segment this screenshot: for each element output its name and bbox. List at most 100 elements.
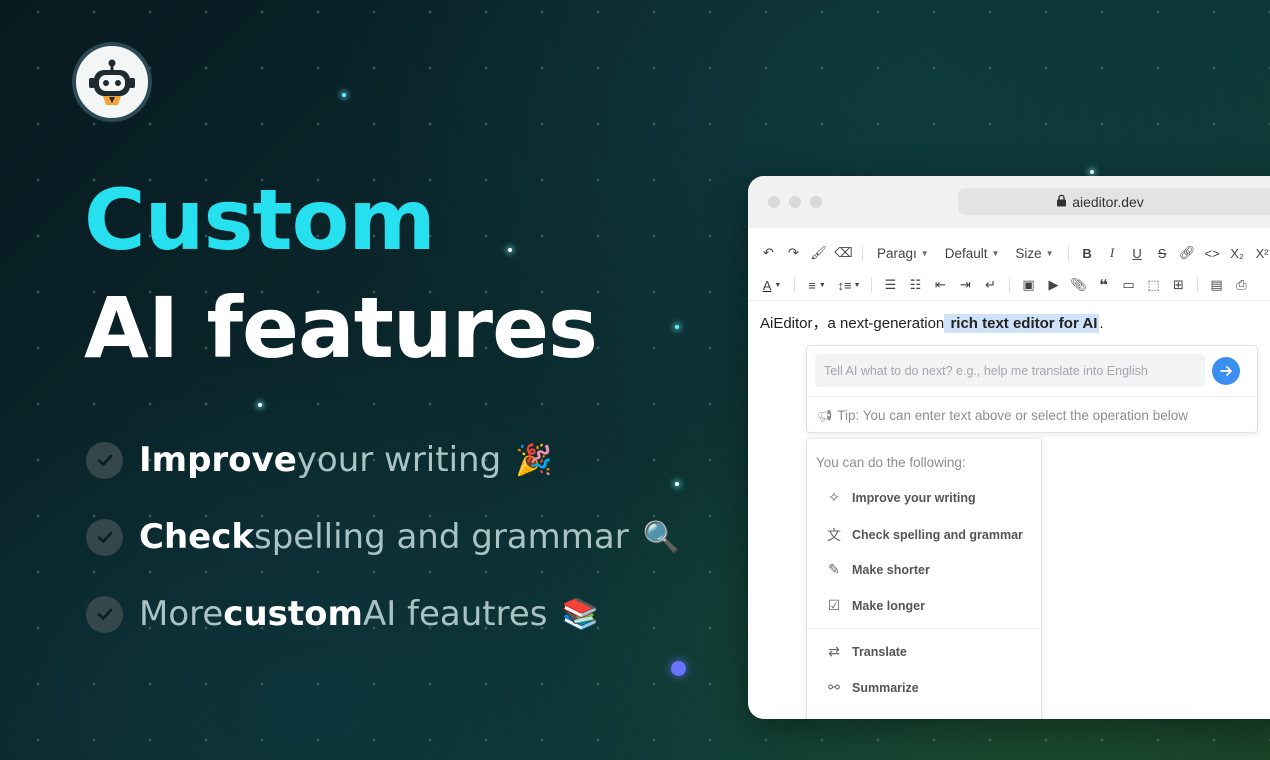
feature-bold-text: Improve bbox=[139, 440, 297, 480]
video-icon[interactable]: ▶ bbox=[1041, 274, 1066, 296]
layout-icon[interactable]: ▤ bbox=[1204, 274, 1229, 296]
table-icon[interactable]: ⊞ bbox=[1166, 274, 1191, 296]
editor-text-end: . bbox=[1099, 315, 1104, 332]
feature-text: More bbox=[139, 594, 224, 634]
books-icon: 📚 bbox=[561, 596, 599, 632]
robot-logo bbox=[72, 42, 152, 122]
subscript-icon[interactable]: X₂ bbox=[1225, 242, 1250, 264]
font-size-select[interactable]: Size ▼ bbox=[1015, 246, 1053, 261]
font-color-icon[interactable]: A ▼ bbox=[756, 274, 788, 296]
caret-down-icon: ▼ bbox=[991, 248, 1000, 258]
edit-doc-icon: ✎ bbox=[828, 561, 840, 577]
code-icon[interactable]: <> bbox=[1200, 242, 1225, 264]
font-family-label: Default bbox=[944, 245, 988, 261]
container-icon[interactable]: ⬚ bbox=[1141, 274, 1166, 296]
selected-text: rich text editor for AI bbox=[944, 314, 1100, 333]
menu-item-label: Make longer bbox=[852, 598, 925, 613]
send-button[interactable] bbox=[1212, 357, 1240, 385]
menu-item-label: Translate bbox=[852, 644, 907, 659]
eraser-icon[interactable]: ⌫ bbox=[831, 242, 856, 264]
menu-item-summarize[interactable]: ⚯ Summarize bbox=[825, 679, 919, 696]
feature-item: Check spelling and grammar 🔍 bbox=[86, 517, 680, 557]
check-circle-icon bbox=[86, 441, 123, 479]
feature-bold-text: Check bbox=[139, 517, 254, 557]
toolbar-divider bbox=[794, 277, 795, 293]
undo-icon[interactable]: ↶ bbox=[756, 242, 781, 264]
outdent-icon[interactable]: ⇤ bbox=[928, 274, 953, 296]
feature-text: your writing bbox=[296, 440, 502, 480]
menu-heading: You can do the following: bbox=[816, 455, 966, 470]
paragraph-select[interactable]: Paragı ▼ bbox=[877, 246, 929, 261]
menu-divider bbox=[807, 628, 1041, 629]
indent-icon[interactable]: ⇥ bbox=[953, 274, 978, 296]
line-height-icon[interactable]: ↕≡ ▼ bbox=[833, 274, 865, 296]
redo-icon[interactable]: ↷ bbox=[781, 242, 806, 264]
quote-icon[interactable]: ❝ bbox=[1091, 274, 1116, 296]
editor-text: AiEditor，a next-generation bbox=[760, 315, 945, 332]
feature-item: Improve your writing 🎉 bbox=[86, 440, 553, 480]
window-maximize-button[interactable] bbox=[810, 196, 822, 208]
menu-item-check-spelling[interactable]: 文 Check spelling and grammar bbox=[825, 525, 1023, 545]
ai-tip-text: Tip: You can enter text above or select … bbox=[837, 408, 1188, 423]
underline-icon[interactable]: U bbox=[1125, 242, 1150, 264]
paragraph-select-label: Paragı bbox=[877, 245, 917, 261]
edit-list-icon: ☑ bbox=[827, 597, 841, 613]
headline-ai-features: AI features bbox=[84, 279, 598, 377]
superscript-icon[interactable]: X² bbox=[1250, 242, 1270, 264]
toolbar-divider bbox=[1197, 277, 1198, 293]
purple-dot-decoration bbox=[671, 661, 686, 676]
window-close-button[interactable] bbox=[768, 196, 780, 208]
star-decoration bbox=[675, 482, 679, 486]
menu-item-translate[interactable]: ⇄ Translate bbox=[825, 643, 907, 660]
editor-content[interactable]: AiEditor，a next-generation rich text edi… bbox=[760, 312, 1104, 333]
party-popper-icon: 🎉 bbox=[515, 442, 553, 478]
break-icon[interactable]: ↵ bbox=[978, 274, 1003, 296]
check-circle-icon bbox=[86, 595, 123, 633]
robot-icon bbox=[89, 59, 135, 105]
menu-item-label: Check spelling and grammar bbox=[852, 528, 1023, 542]
editor-toolbar-row-1: ↶ ↷ 🖌︎ ⌫ Paragı ▼ Default ▼ Size ▼ B I U S … bbox=[748, 238, 1270, 268]
menu-item-label: Improve your writing bbox=[852, 490, 976, 505]
feature-text: AI feautres bbox=[362, 594, 548, 634]
nodes-icon: ⚯ bbox=[828, 679, 840, 695]
font-size-label: Size bbox=[1015, 245, 1042, 261]
bold-icon[interactable]: B bbox=[1075, 242, 1100, 264]
align-icon[interactable]: ≡ ▼ bbox=[801, 274, 833, 296]
window-minimize-button[interactable] bbox=[789, 196, 801, 208]
italic-icon[interactable]: I bbox=[1100, 242, 1125, 264]
bullet-list-icon[interactable]: ☰ bbox=[878, 274, 903, 296]
image-icon[interactable]: ▣ bbox=[1016, 274, 1041, 296]
toolbar-divider bbox=[871, 277, 872, 293]
ai-tip: 📢︎ Tip: You can enter text above or sele… bbox=[807, 396, 1257, 434]
ai-prompt-input[interactable] bbox=[815, 354, 1205, 387]
toolbar-bottom-border bbox=[748, 300, 1270, 301]
menu-item-make-longer[interactable]: ☑ Make longer bbox=[825, 597, 925, 614]
translate-icon: ⇄ bbox=[828, 643, 840, 659]
star-decoration bbox=[342, 93, 346, 97]
magnifier-icon: 🔍 bbox=[642, 519, 681, 555]
toolbar-divider bbox=[1009, 277, 1010, 293]
spellcheck-icon: 文 bbox=[827, 527, 841, 543]
code-block-icon[interactable]: ▭ bbox=[1116, 274, 1141, 296]
toolbar-divider bbox=[1067, 245, 1069, 261]
star-decoration bbox=[675, 325, 679, 329]
font-family-select[interactable]: Default ▼ bbox=[945, 246, 1000, 261]
toolbar-divider bbox=[862, 245, 863, 261]
ai-prompt-panel: 📢︎ Tip: You can enter text above or sele… bbox=[806, 345, 1258, 433]
link-icon[interactable]: 🔗︎ bbox=[1175, 242, 1200, 264]
strikethrough-icon[interactable]: S bbox=[1150, 242, 1175, 264]
menu-item-label: Summarize bbox=[852, 680, 919, 695]
address-bar[interactable]: aieditor.dev bbox=[958, 188, 1270, 215]
caret-down-icon: ▼ bbox=[920, 248, 929, 258]
menu-item-make-shorter[interactable]: ✎ Make shorter bbox=[825, 561, 930, 578]
menu-item-improve-writing[interactable]: ✧ Improve your writing bbox=[825, 489, 976, 506]
attachment-icon[interactable]: 📎︎ bbox=[1066, 274, 1091, 296]
ordered-list-icon[interactable]: ☷ bbox=[903, 274, 928, 296]
star-decoration bbox=[508, 248, 512, 252]
print-icon[interactable]: ⎙ bbox=[1229, 274, 1254, 296]
arrow-right-icon bbox=[1220, 366, 1232, 376]
check-circle-icon bbox=[86, 518, 123, 556]
format-painter-icon[interactable]: 🖌︎ bbox=[806, 242, 831, 264]
headline-custom: Custom bbox=[84, 171, 436, 269]
caret-down-icon: ▼ bbox=[1045, 248, 1054, 258]
